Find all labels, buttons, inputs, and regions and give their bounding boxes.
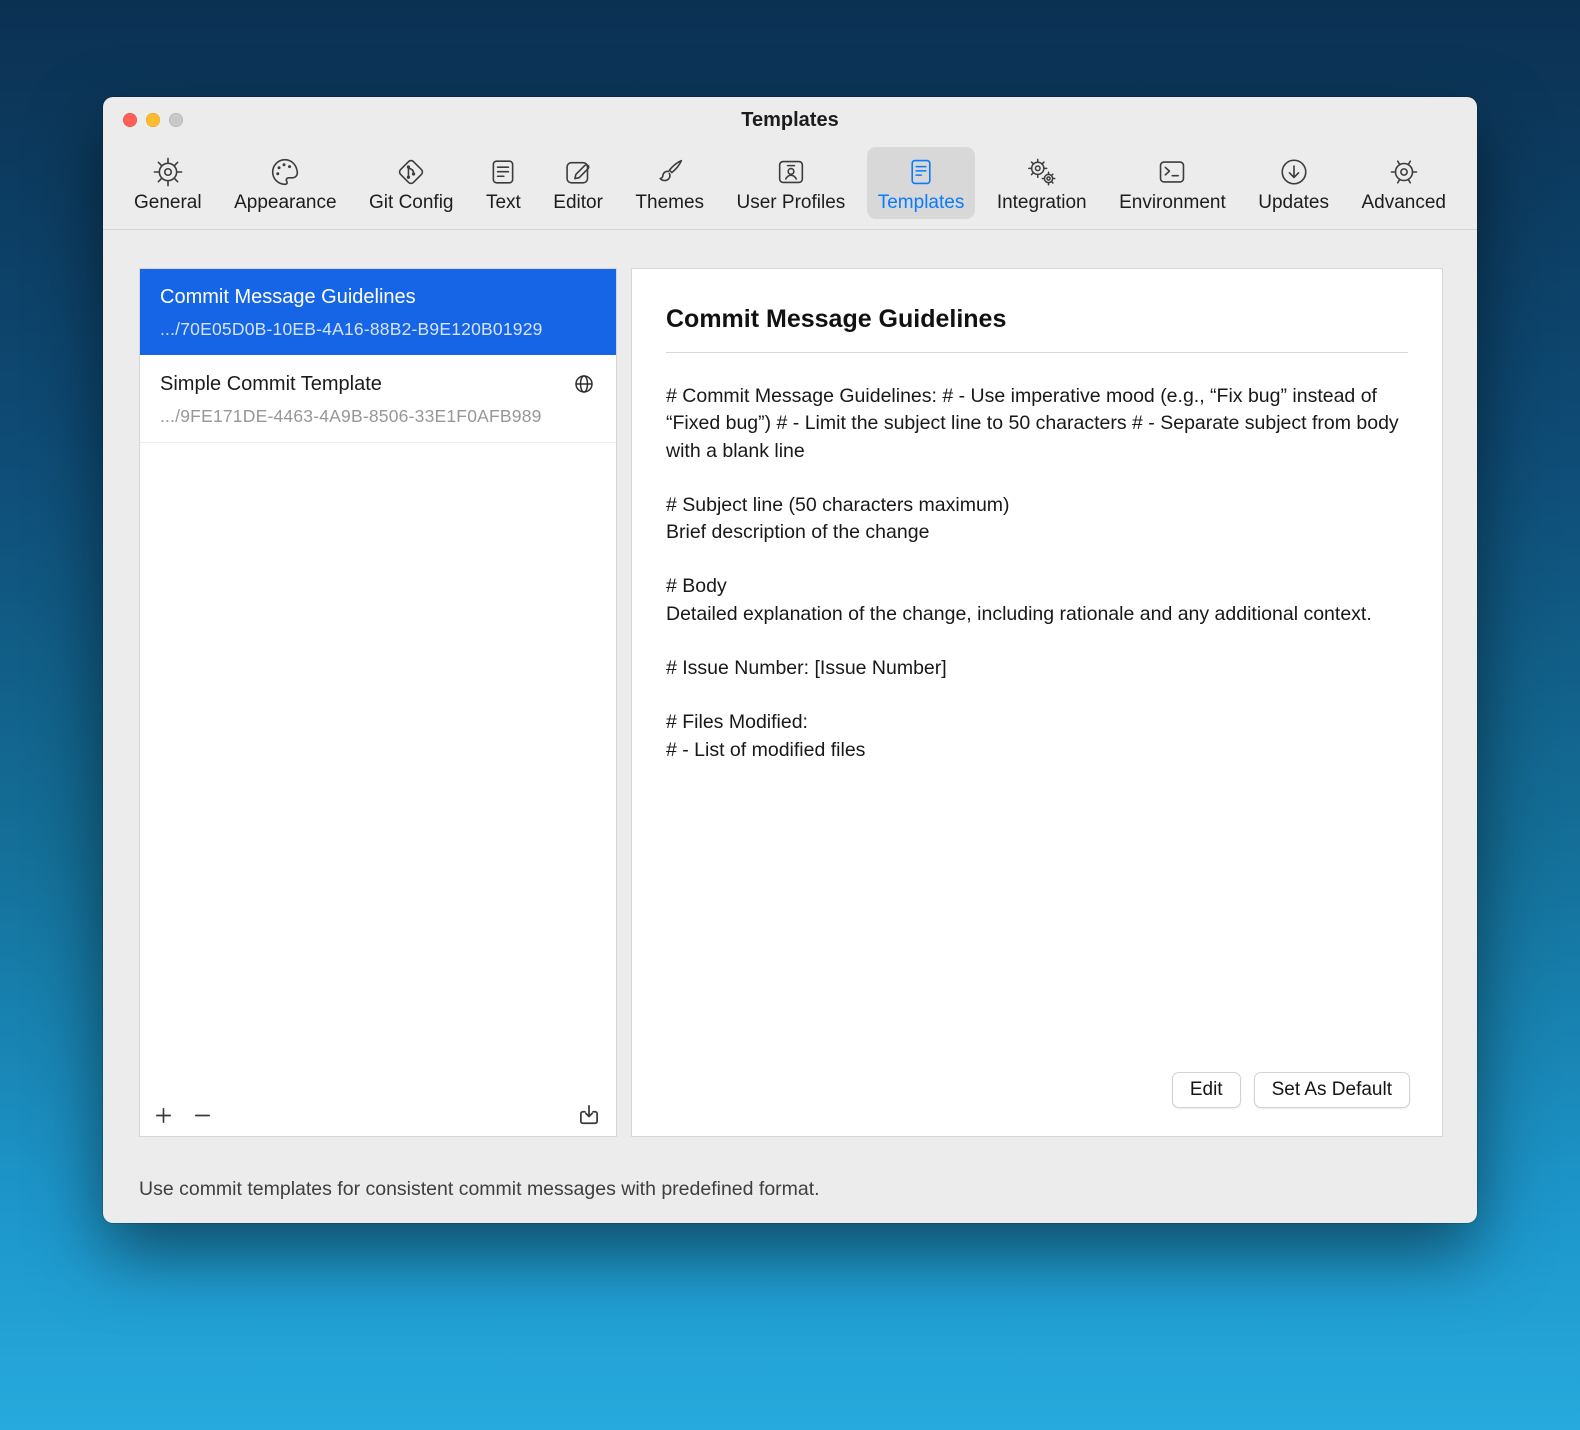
toolbar-item-appearance[interactable]: Appearance (223, 147, 347, 219)
template-preview: Commit Message Guidelines # Commit Messa… (631, 268, 1443, 1137)
toolbar-item-user-profiles[interactable]: User Profiles (726, 147, 857, 219)
template-path: .../9FE171DE-4463-4A9B-8506-33E1F0AFB989 (160, 406, 596, 427)
import-template-button[interactable] (576, 1102, 602, 1128)
preview-actions: Edit Set As Default (1172, 1072, 1410, 1108)
arrow-down-circle-icon (1277, 155, 1311, 189)
gear-wrench-icon (1387, 155, 1421, 189)
template-title: Simple Commit Template (160, 373, 382, 396)
toolbar-label: Editor (553, 192, 603, 214)
toolbar-item-general[interactable]: General (123, 147, 213, 219)
preview-paragraph: # Subject line (50 characters maximum) B… (666, 492, 1406, 547)
toolbar-label: Environment (1119, 192, 1226, 214)
zoom-button[interactable] (169, 113, 183, 127)
toolbar-label: Themes (635, 192, 704, 214)
template-title: Commit Message Guidelines (160, 286, 416, 309)
palette-icon (268, 155, 302, 189)
text-lines-icon (486, 155, 520, 189)
add-template-button[interactable] (152, 1104, 175, 1127)
footer-hint: Use commit templates for consistent comm… (139, 1178, 820, 1201)
close-button[interactable] (123, 113, 137, 127)
person-card-icon (774, 155, 808, 189)
toolbar-label: Integration (997, 192, 1087, 214)
preview-paragraph: # Commit Message Guidelines: # - Use imp… (666, 383, 1406, 465)
toolbar-label: Text (486, 192, 521, 214)
toolbar-item-advanced[interactable]: Advanced (1350, 147, 1457, 219)
terminal-icon (1155, 155, 1189, 189)
gear-icon (151, 155, 185, 189)
globe-icon (572, 372, 596, 396)
gears-icon (1025, 155, 1059, 189)
git-branch-icon (394, 155, 428, 189)
toolbar-item-templates[interactable]: Templates (867, 147, 976, 219)
toolbar-label: General (134, 192, 202, 214)
toolbar-label: Advanced (1361, 192, 1446, 214)
templates-content: Commit Message Guidelines .../70E05D0B-1… (139, 268, 1443, 1137)
template-list-item-selected[interactable]: Commit Message Guidelines .../70E05D0B-1… (140, 269, 616, 355)
pencil-square-icon (561, 155, 595, 189)
preview-body: # Commit Message Guidelines: # - Use imp… (666, 383, 1406, 764)
toolbar-item-text[interactable]: Text (475, 147, 532, 219)
toolbar-item-themes[interactable]: Themes (624, 147, 715, 219)
list-footer-bar (152, 1102, 602, 1128)
preview-paragraph: # Body Detailed explanation of the chang… (666, 573, 1406, 628)
toolbar-item-updates[interactable]: Updates (1247, 147, 1340, 219)
toolbar-label: Updates (1258, 192, 1329, 214)
template-list-item[interactable]: Simple Commit Template .../9FE171DE-4463… (140, 355, 616, 443)
document-text-icon (904, 155, 938, 189)
toolbar-label: User Profiles (737, 192, 846, 214)
minimize-button[interactable] (146, 113, 160, 127)
preview-paragraph: # Files Modified: # - List of modified f… (666, 709, 1406, 764)
template-list: Commit Message Guidelines .../70E05D0B-1… (139, 268, 617, 1137)
preview-paragraph: # Issue Number: [Issue Number] (666, 655, 1406, 682)
preferences-window: Templates General (103, 97, 1477, 1223)
toolbar-label: Appearance (234, 192, 336, 214)
titlebar[interactable]: Templates (103, 97, 1477, 143)
divider (666, 352, 1408, 353)
preferences-toolbar: General Appearance (103, 143, 1477, 230)
set-as-default-button[interactable]: Set As Default (1254, 1072, 1410, 1108)
preview-title: Commit Message Guidelines (666, 305, 1408, 334)
toolbar-item-environment[interactable]: Environment (1108, 147, 1237, 219)
window-title: Templates (741, 109, 838, 132)
edit-button[interactable]: Edit (1172, 1072, 1241, 1108)
toolbar-label: Templates (878, 192, 965, 214)
remove-template-button[interactable] (191, 1104, 214, 1127)
toolbar-item-git-config[interactable]: Git Config (358, 147, 464, 219)
traffic-lights (123, 97, 183, 143)
toolbar-item-editor[interactable]: Editor (542, 147, 614, 219)
paintbrush-icon (653, 155, 687, 189)
template-path: .../70E05D0B-10EB-4A16-88B2-B9E120B01929 (160, 319, 596, 340)
toolbar-label: Git Config (369, 192, 453, 214)
toolbar-item-integration[interactable]: Integration (986, 147, 1098, 219)
